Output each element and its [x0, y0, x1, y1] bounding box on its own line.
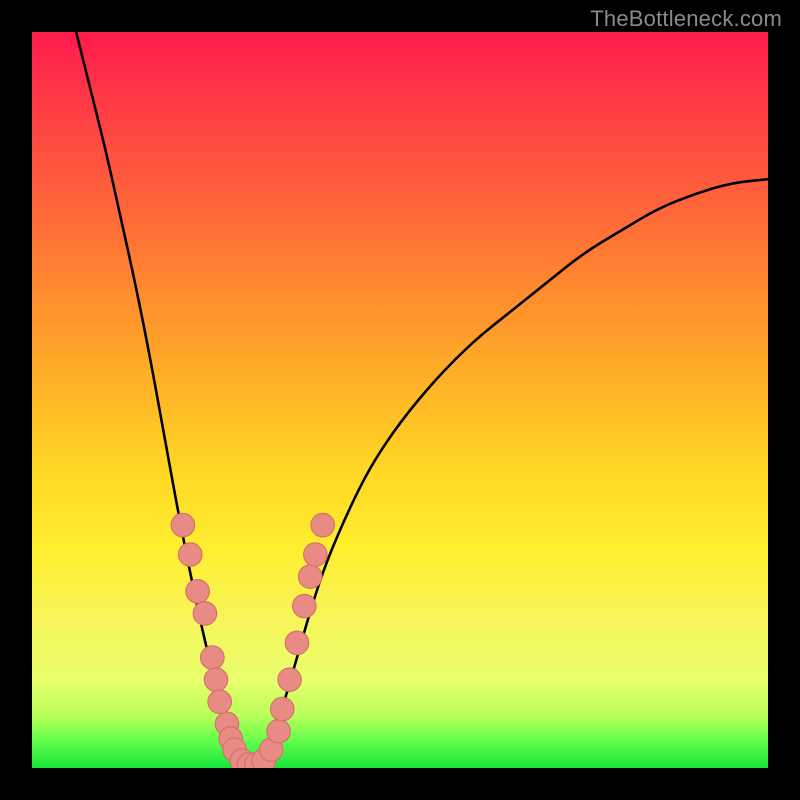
- data-dot: [186, 580, 210, 604]
- data-dot: [298, 565, 322, 589]
- data-dot: [278, 668, 302, 692]
- chart-svg: [32, 32, 768, 768]
- data-dot: [171, 513, 195, 537]
- data-dot: [208, 690, 232, 714]
- data-dot: [285, 631, 309, 655]
- data-dot: [304, 543, 328, 567]
- data-dot: [201, 646, 225, 670]
- data-dot: [293, 594, 317, 618]
- bottleneck-curve: [76, 32, 768, 768]
- data-dot: [178, 543, 202, 567]
- watermark-text: TheBottleneck.com: [590, 6, 782, 32]
- chart-frame: TheBottleneck.com: [0, 0, 800, 800]
- data-dot: [311, 513, 335, 537]
- data-dots: [171, 513, 334, 768]
- data-dot: [270, 697, 294, 721]
- data-dot: [267, 719, 291, 743]
- plot-area: [32, 32, 768, 768]
- data-dot: [204, 668, 228, 692]
- data-dot: [193, 602, 217, 626]
